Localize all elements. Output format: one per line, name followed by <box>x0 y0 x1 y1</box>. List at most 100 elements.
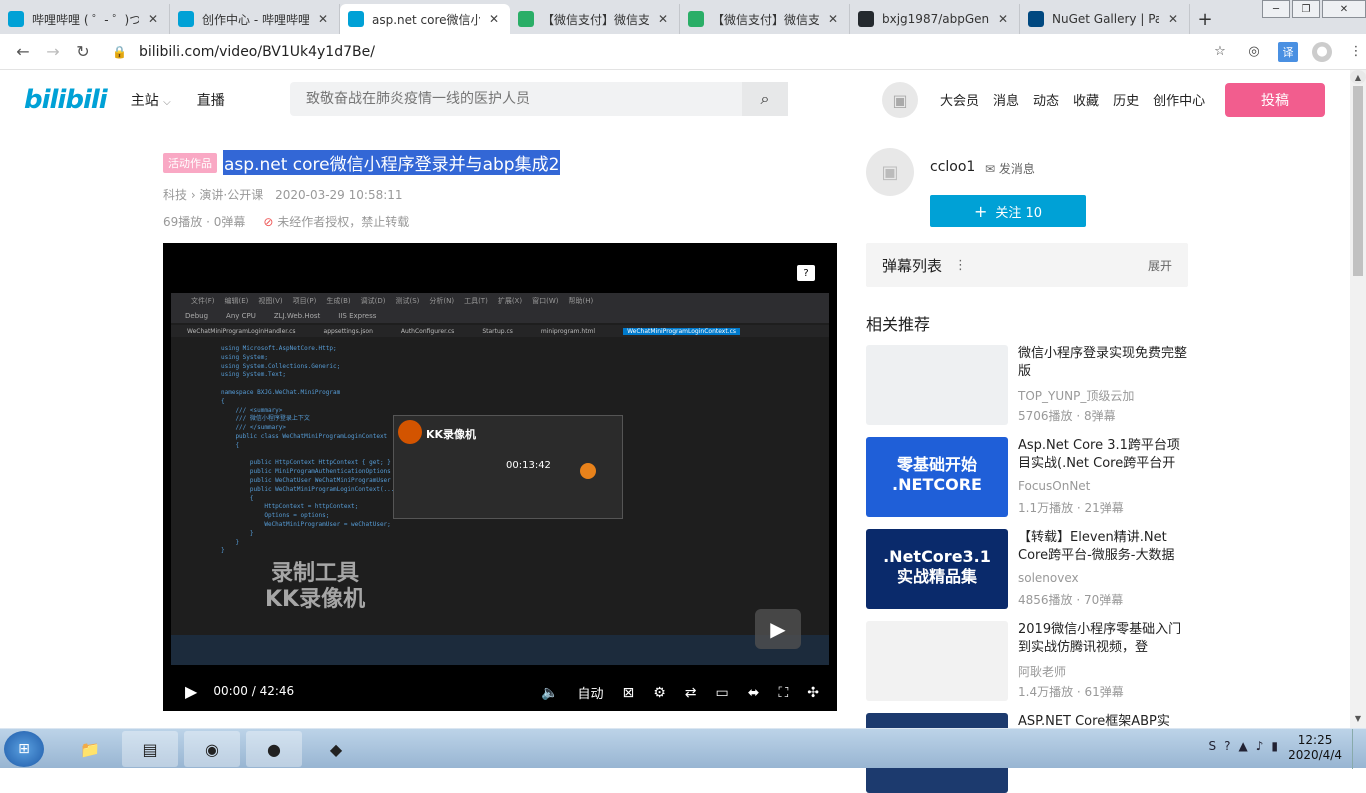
address-bar[interactable]: 🔒 bilibili.com/video/BV1Uk4y1d7Be/ <box>112 38 1200 66</box>
nav-home[interactable]: 主站 ⌵ <box>131 90 171 110</box>
header-link[interactable]: 历史 <box>1113 90 1139 109</box>
recommend-title[interactable]: 【转载】Eleven精讲.Net Core跨平台-微服务-大数据 <box>1018 529 1188 565</box>
video-player[interactable]: ? 文件(F) 编辑(E) 视图(V) 项目(P) 生成(B) 调试(D) 测试(S) 分析(… <box>163 243 837 711</box>
video-thumbnail[interactable] <box>866 621 1008 701</box>
browser-tab-strip: 哔哩哔哩 ( ゜- ゜)つロ 千杯~✕创作中心 - 哔哩哔哩弹幕视频网✕asp.… <box>0 0 1366 34</box>
copyright-notice: 未经作者授权，禁止转载 <box>277 215 410 229</box>
web-fullscreen-icon[interactable]: ⛶ <box>778 685 788 701</box>
browser-tab[interactable]: NuGet Gallery | Packages ✕ <box>1020 4 1190 34</box>
scroll-up-icon[interactable]: ▲ <box>1350 70 1366 84</box>
reload-icon[interactable]: ↻ <box>68 36 98 68</box>
recommend-title[interactable]: Asp.Net Core 3.1跨平台项目实战(.Net Core跨平台开 <box>1018 437 1188 473</box>
publish-date: 2020-03-29 10:58:11 <box>275 188 403 202</box>
expand-button[interactable]: 展开 <box>1148 257 1172 274</box>
close-tab-icon[interactable]: ✕ <box>145 12 161 26</box>
close-tab-icon[interactable]: ✕ <box>655 12 671 26</box>
follow-button[interactable]: + 关注 10 <box>930 195 1086 227</box>
danmaku-off-icon[interactable]: ⊠ <box>622 685 634 701</box>
header-link[interactable]: 动态 <box>1033 90 1059 109</box>
bilibili-logo[interactable]: bilibili <box>24 85 108 115</box>
tab-title: 创作中心 - 哔哩哔哩弹幕视频网 <box>202 12 309 27</box>
close-tab-icon[interactable]: ✕ <box>315 12 331 26</box>
recommend-item[interactable]: 2019微信小程序零基础入门到实战仿腾讯视频，登 阿耿老师 1.4万播放 · 61弹… <box>866 621 1188 701</box>
close-window-icon[interactable]: ✕ <box>1322 0 1366 18</box>
menu-icon[interactable]: ⋮ <box>1346 42 1366 62</box>
lock-icon: 🔒 <box>112 44 127 59</box>
help-icon[interactable]: ? <box>1224 739 1230 753</box>
recommend-title[interactable]: 微信小程序登录实现免费完整版 <box>1018 345 1188 381</box>
browser-tab[interactable]: 【微信支付】微信支付商户平台 ✕ <box>510 4 680 34</box>
minimize-icon[interactable]: ─ <box>1262 0 1290 18</box>
pip-icon[interactable]: ▭ <box>715 685 728 701</box>
header-link[interactable]: 收藏 <box>1073 90 1099 109</box>
clock[interactable]: 12:25 2020/4/4 <box>1288 733 1342 763</box>
app-icon[interactable]: ▤ <box>122 731 178 767</box>
header-link[interactable]: 大会员 <box>940 90 979 109</box>
recommend-author[interactable]: solenovex <box>1018 571 1079 585</box>
video-thumbnail[interactable]: .NetCore3.1 实战精品集 <box>866 529 1008 609</box>
widescreen-icon[interactable]: ⬌ <box>748 685 760 701</box>
browser-tab[interactable]: 哔哩哔哩 ( ゜- ゜)つロ 千杯~ ✕ <box>0 4 170 34</box>
recommend-item[interactable]: 微信小程序登录实现免费完整版 TOP_YUNP_顶级云加 5706播放 · 8弹幕 <box>866 345 1188 425</box>
recommend-item[interactable]: .NetCore3.1 实战精品集 【转载】Eleven精讲.Net Core跨平… <box>866 529 1188 609</box>
explorer-icon[interactable]: 📁 <box>62 731 118 767</box>
header-link[interactable]: 消息 <box>993 90 1019 109</box>
danmaku-icon[interactable]: ? <box>797 265 815 281</box>
start-button[interactable]: ⊞ <box>4 731 44 767</box>
browser-tab[interactable]: 创作中心 - 哔哩哔哩弹幕视频网 ✕ <box>170 4 340 34</box>
header-link[interactable]: 创作中心 <box>1153 90 1205 109</box>
browser-tab[interactable]: 【微信支付】微信支付商户平台 ✕ <box>680 4 850 34</box>
recommend-author[interactable]: TOP_YUNP_顶级云加 <box>1018 387 1134 404</box>
close-tab-icon[interactable]: ✕ <box>486 12 502 26</box>
sogou-icon[interactable]: S <box>1208 739 1216 753</box>
translate-icon[interactable]: 译 <box>1278 41 1298 62</box>
recommend-author[interactable]: 阿耿老师 <box>1018 663 1066 680</box>
play-icon[interactable]: ▶ <box>185 682 197 701</box>
uploader-name[interactable]: ccloo1 <box>930 159 975 175</box>
quality-select[interactable]: 自动 <box>577 683 603 702</box>
more-icon[interactable]: ⋮ <box>954 258 967 273</box>
video-thumbnail[interactable] <box>866 345 1008 425</box>
recommend-stats: 4856播放 · 70弹幕 <box>1018 593 1124 607</box>
back-icon[interactable]: ← <box>8 36 38 68</box>
close-tab-icon[interactable]: ✕ <box>825 12 841 26</box>
volume-icon[interactable]: 🔈 <box>541 685 558 701</box>
settings-icon[interactable]: ⚙ <box>653 685 666 701</box>
video-thumbnail[interactable]: 零基础开始 .NETCORE <box>866 437 1008 517</box>
uploader-avatar[interactable]: ▣ <box>866 148 914 196</box>
big-play-icon[interactable]: ▶ <box>755 609 801 649</box>
scrollbar-thumb[interactable] <box>1353 86 1363 276</box>
restore-icon[interactable]: ❐ <box>1292 0 1320 18</box>
fullscreen-icon[interactable]: ✣ <box>807 685 819 701</box>
send-message-link[interactable]: ✉ 发消息 <box>985 160 1035 177</box>
tray-expand-icon[interactable]: ▲ <box>1238 739 1247 753</box>
search-icon[interactable]: ⌕ <box>742 82 788 116</box>
nav-live[interactable]: 直播 <box>197 90 225 110</box>
browser-tab[interactable]: bxjg1987/abpGenerator ✕ <box>850 4 1020 34</box>
post-button[interactable]: 投稿 <box>1225 83 1325 117</box>
browser-tab[interactable]: asp.net core微信小程序登录 ✕ <box>340 4 510 34</box>
extension-icon[interactable]: ◎ <box>1244 42 1264 62</box>
visual-studio-icon[interactable]: ◆ <box>308 731 364 767</box>
recommend-author[interactable]: FocusOnNet <box>1018 479 1090 493</box>
kk-recorder-icon[interactable]: ● <box>246 731 302 767</box>
loop-icon[interactable]: ⇄ <box>685 685 697 701</box>
user-avatar[interactable]: ▣ <box>882 82 918 118</box>
bookmark-star-icon[interactable]: ☆ <box>1210 42 1230 62</box>
chrome-icon[interactable]: ◉ <box>184 731 240 767</box>
category-link[interactable]: 科技 › 演讲·公开课 <box>163 188 263 202</box>
scroll-down-icon[interactable]: ▼ <box>1350 714 1366 728</box>
page-scrollbar[interactable]: ▲ ▼ <box>1350 70 1366 728</box>
recommend-title[interactable]: 2019微信小程序零基础入门到实战仿腾讯视频，登 <box>1018 621 1188 657</box>
profile-avatar[interactable]: ● <box>1312 41 1332 62</box>
show-desktop-button[interactable] <box>1352 729 1366 769</box>
speaker-icon[interactable]: ♪ <box>1256 739 1264 753</box>
search-input[interactable] <box>290 82 742 116</box>
network-icon[interactable]: ▮ <box>1271 739 1278 753</box>
forward-icon[interactable]: → <box>38 36 68 68</box>
close-tab-icon[interactable]: ✕ <box>995 12 1011 26</box>
activity-badge[interactable]: 活动作品 <box>163 152 217 173</box>
new-tab-button[interactable]: + <box>1190 4 1220 34</box>
close-tab-icon[interactable]: ✕ <box>1165 12 1181 26</box>
recommend-item[interactable]: 零基础开始 .NETCORE Asp.Net Core 3.1跨平台项目实战(.N… <box>866 437 1188 517</box>
